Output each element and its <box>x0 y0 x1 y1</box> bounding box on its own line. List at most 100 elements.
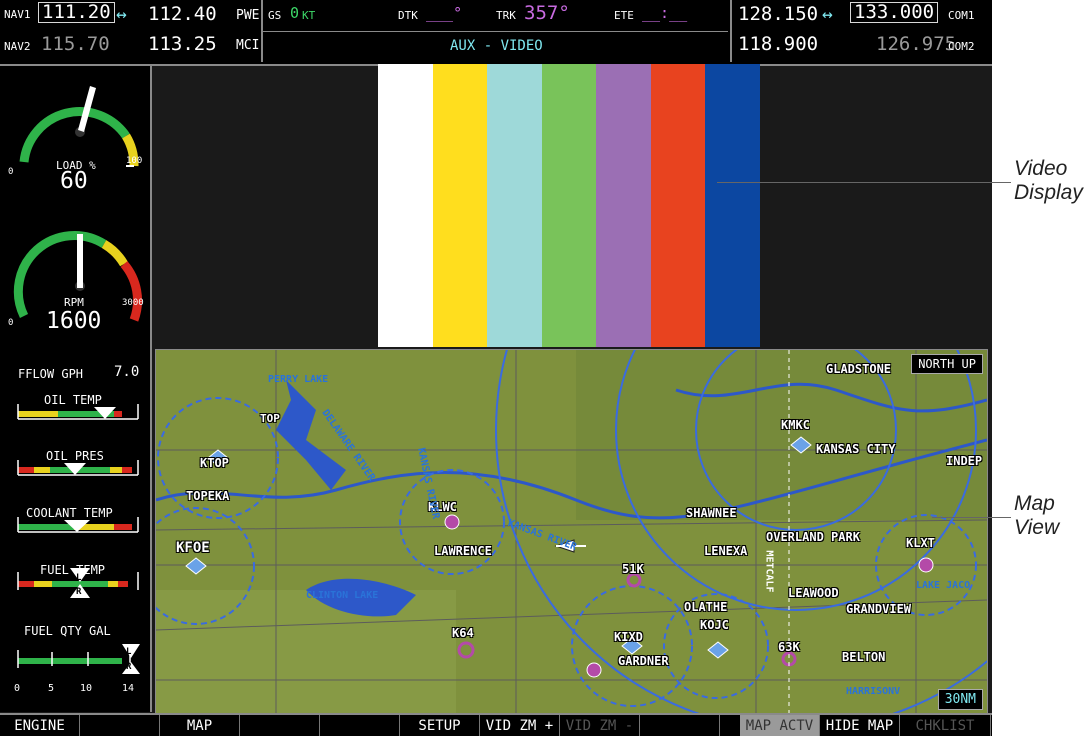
airport-label[interactable]: KTOP <box>200 456 229 470</box>
city-label: LAWRENCE <box>434 544 492 558</box>
fflow-value: 7.0 <box>114 364 140 380</box>
map-range-indicator[interactable]: 30NM <box>937 689 983 710</box>
airport-label[interactable]: KMKC <box>781 418 810 432</box>
gs-unit: KT <box>302 9 316 22</box>
com1-swap-arrow[interactable]: ↔ <box>822 4 833 25</box>
city-label: KANSAS CITY <box>816 442 896 456</box>
trk-label: TRK <box>496 9 516 22</box>
gs-value: 0 <box>290 4 300 22</box>
color-bar <box>650 64 706 347</box>
softkey-blank[interactable] <box>80 715 160 736</box>
city-label: INDEP <box>946 454 983 468</box>
city-label: LEAWOOD <box>788 586 839 600</box>
divider <box>263 31 728 32</box>
softkey-map-active[interactable]: MAP ACTV <box>740 715 820 736</box>
city-label: OLATHE <box>684 600 728 614</box>
lake-label: CLINTON LAKE <box>306 590 379 601</box>
road-label: METCALF <box>763 550 775 593</box>
ete-label: ETE <box>614 9 634 22</box>
map-view[interactable]: PERRY LAKE CLINTON LAKE LAKE JACO HARRIS… <box>155 349 988 715</box>
fuel-tick: 14 <box>122 683 135 694</box>
color-bar <box>596 64 651 347</box>
color-bar <box>541 64 597 347</box>
nav1-ident: PWE <box>236 8 260 23</box>
load-value: 60 <box>60 168 88 194</box>
com1-label: COM1 <box>948 9 975 22</box>
city-label: OVERLAND PARK <box>766 530 860 544</box>
com1-standby-frequency[interactable]: 133.000 <box>850 2 939 23</box>
lake-label: PERRY LAKE <box>268 374 329 385</box>
lake-label: LAKE JACO <box>916 580 971 591</box>
fuel-temp-r-marker: R <box>76 587 82 597</box>
softkey-vid-zoom-in[interactable]: VID ZM + <box>480 715 560 736</box>
top-status-bar: NAV1 111.20 ↔ 112.40 PWE NAV2 115.70 113… <box>0 0 992 66</box>
lake-label: HARRISONV <box>846 686 901 697</box>
dtk-value: ___° <box>426 4 463 22</box>
color-bar <box>432 64 488 347</box>
divider <box>730 0 732 62</box>
video-display-callout: Video Display <box>1014 157 1083 205</box>
callout-text: Video <box>1014 157 1068 180</box>
airport-label[interactable]: 63K <box>778 640 800 654</box>
city-label: BELTON <box>842 650 886 664</box>
trk-value: 357° <box>524 2 570 24</box>
ete-value: __:__ <box>642 4 688 22</box>
map-callout-line <box>932 517 1011 518</box>
softkey-setup[interactable]: SETUP <box>400 715 480 736</box>
map-orientation-indicator: NORTH UP <box>911 354 983 374</box>
rpm-min: 0 <box>8 318 14 328</box>
mfd-display: NAV1 111.20 ↔ 112.40 PWE NAV2 115.70 113… <box>0 0 992 736</box>
color-bar <box>705 64 761 347</box>
softkey-engine[interactable]: ENGINE <box>0 715 80 736</box>
fuel-tick: 0 <box>14 683 21 694</box>
softkey-blank[interactable] <box>640 715 720 736</box>
softkey-checklist[interactable]: CHKLIST <box>900 715 991 736</box>
com2-active-frequency[interactable]: 118.900 <box>738 33 818 55</box>
video-callout-line <box>717 182 1011 183</box>
softkey-map[interactable]: MAP <box>160 715 240 736</box>
callout-text: Display <box>1014 181 1083 204</box>
com2-standby-frequency[interactable]: 126.975 <box>876 33 956 55</box>
gs-label: GS <box>268 9 282 22</box>
softkey-blank[interactable] <box>240 715 320 736</box>
load-max: 100 <box>126 156 143 166</box>
com2-label: COM2 <box>948 40 975 53</box>
map-view-callout: Map View <box>1014 492 1059 540</box>
video-display <box>378 64 761 347</box>
callout-text: Map <box>1014 492 1055 515</box>
callout-text: View <box>1014 516 1060 539</box>
com1-active-frequency[interactable]: 128.150 <box>738 3 818 25</box>
dtk-label: DTK <box>398 9 418 22</box>
nav2-standby-frequency[interactable]: 113.25 <box>148 33 217 55</box>
color-bar <box>378 64 433 347</box>
airport-label[interactable]: KOJC <box>700 618 729 632</box>
softkey-hide-map[interactable]: HIDE MAP <box>820 715 900 736</box>
city-label: SHAWNEE <box>686 506 737 520</box>
nav1-active-frequency[interactable]: 111.20 <box>38 2 115 23</box>
map-label: TOP <box>260 412 280 425</box>
airport-label[interactable]: KLXT <box>906 536 935 550</box>
fuel-qty-l-marker: L <box>126 647 132 657</box>
engine-indication-strip: 0 100 LOAD % 60 0 3000 RPM 1600 FFLOW GP… <box>0 66 152 712</box>
nav1-label: NAV1 <box>4 8 31 21</box>
softkey-bar: ENGINE MAP SETUP VID ZM + VID ZM - MAP A… <box>0 713 992 736</box>
color-bar <box>487 64 542 347</box>
nav2-active-frequency[interactable]: 115.70 <box>41 33 110 55</box>
rpm-value: 1600 <box>46 308 102 334</box>
softkey-vid-zoom-out[interactable]: VID ZM - <box>560 715 640 736</box>
engine-bar-gauges <box>17 404 140 674</box>
city-label: LENEXA <box>704 544 748 558</box>
rpm-needle <box>77 234 83 288</box>
city-label: GARDNER <box>618 654 669 668</box>
airport-label[interactable]: K64 <box>452 626 474 640</box>
fuel-tick: 5 <box>48 683 55 694</box>
nav1-swap-arrow[interactable]: ↔ <box>116 4 127 25</box>
airport-label[interactable]: 51K <box>622 562 644 576</box>
nav1-standby-frequency[interactable]: 112.40 <box>148 3 217 25</box>
airport-label[interactable]: KFOE <box>176 540 210 556</box>
city-label: TOPEKA <box>186 489 230 503</box>
airport-label[interactable]: KIXD <box>614 630 643 644</box>
nav2-label: NAV2 <box>4 40 31 53</box>
city-label: GRANDVIEW <box>846 602 912 616</box>
softkey-blank[interactable] <box>320 715 400 736</box>
